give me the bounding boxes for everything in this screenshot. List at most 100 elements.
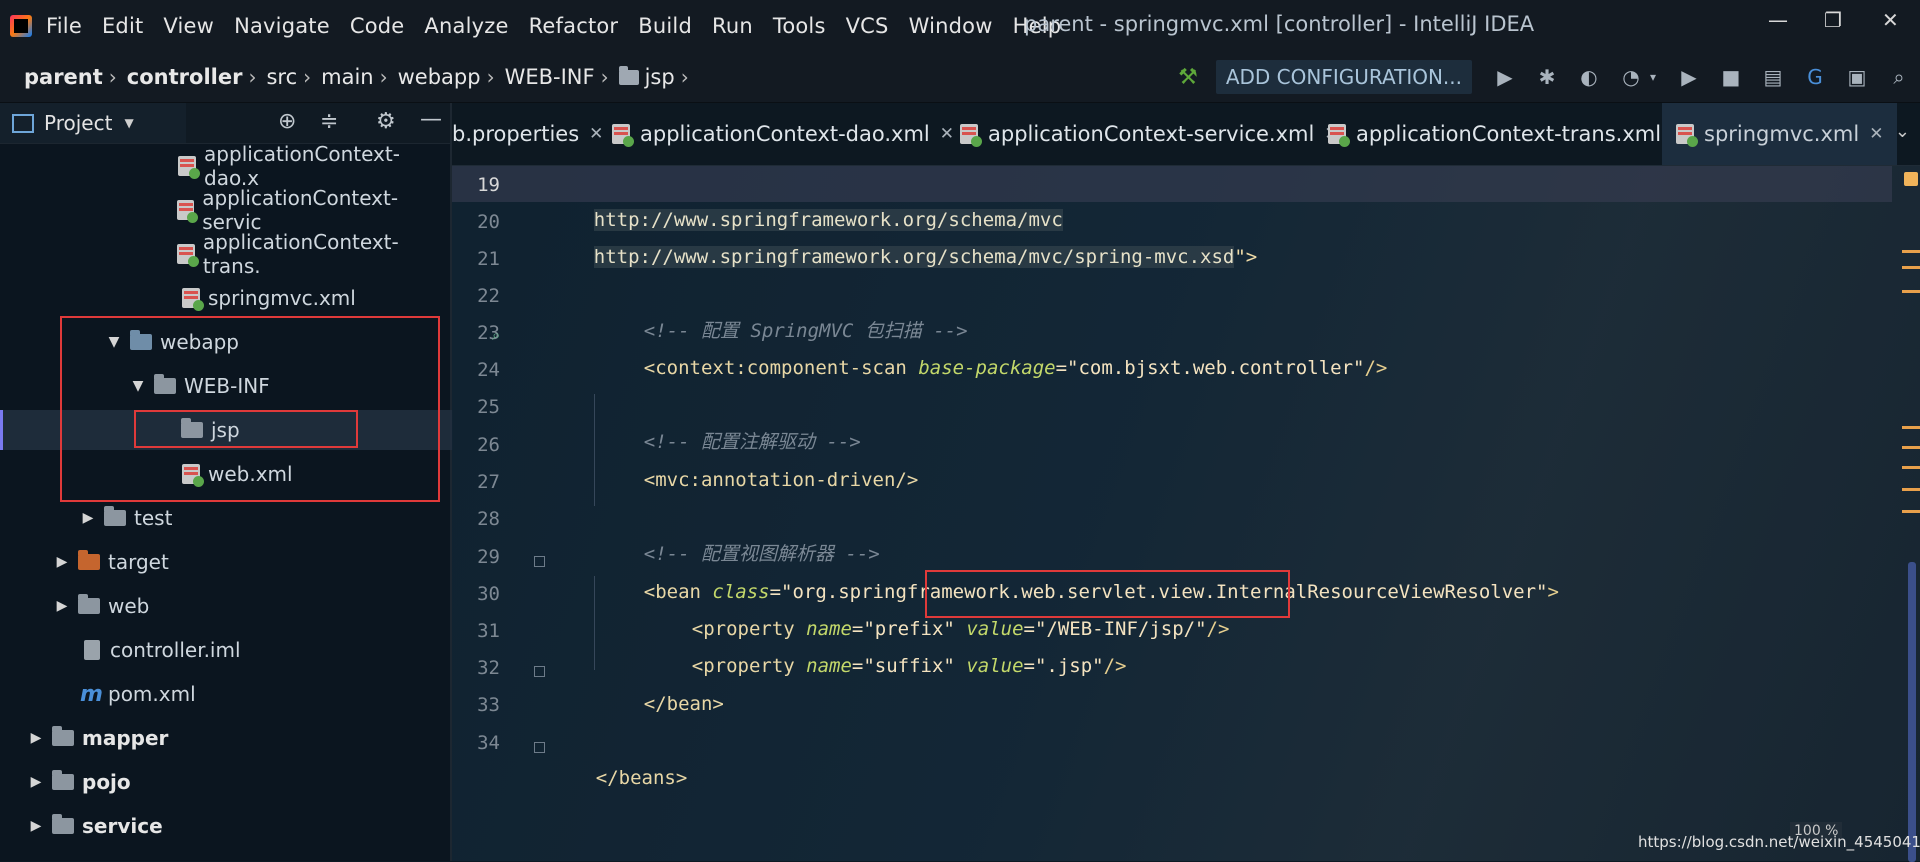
stop-icon[interactable]: ■ [1720,65,1742,89]
tab-applicationcontext-dao[interactable]: applicationContext-dao.xml ✕ [612,103,954,165]
collapse-arrow-icon[interactable]: ▶ [78,510,98,526]
menu-run[interactable]: Run [712,14,753,38]
watermark-text: https://blog.csdn.net/weixin_45450412 [1638,833,1920,851]
add-configuration-button[interactable]: ADD CONFIGURATION... [1215,60,1472,94]
locate-file-icon[interactable]: ⊕ [278,109,296,134]
breadcrumb-controller[interactable]: controller [127,65,243,89]
expand-arrow-icon[interactable]: ▼ [128,378,148,394]
profile-icon[interactable]: ◔ [1620,65,1642,89]
tree-item-applicationcontext-dao[interactable]: applicationContext-dao.x [0,142,450,190]
menu-build[interactable]: Build [638,14,692,38]
breadcrumb-jsp[interactable]: jsp [618,65,675,89]
fold-marker-icon[interactable] [534,742,545,753]
tree-item-test[interactable]: ▶ test [0,498,450,538]
module-folder-icon [52,814,74,834]
translate-icon[interactable]: G [1804,65,1826,89]
menu-analyze[interactable]: Analyze [424,14,508,38]
project-structure-icon[interactable]: ▤ [1762,65,1784,89]
menu-tools[interactable]: Tools [773,14,826,38]
terminal-icon[interactable]: ▣ [1846,65,1868,89]
excluded-folder-icon [78,550,100,570]
close-window-button[interactable]: ✕ [1882,8,1899,32]
code-line-20: http://www.springframework.org/schema/mv… [593,246,1258,268]
project-view-selector[interactable]: Project ▼ [0,103,186,143]
tree-item-mapper[interactable]: ▶ mapper [0,718,450,758]
menu-view[interactable]: View [163,14,214,38]
breadcrumb-src[interactable]: src [266,65,297,89]
error-stripe-marker[interactable] [1902,426,1920,429]
tree-item-pojo[interactable]: ▶ pojo [0,762,450,802]
collapse-all-icon[interactable]: ≑ [320,109,338,134]
tab-list-chevron-icon[interactable]: ⌄ [1895,121,1910,142]
error-stripe-marker[interactable] [1902,446,1920,449]
tab-applicationcontext-service[interactable]: applicationContext-service.xml ✕ [960,103,1339,165]
error-stripe-marker[interactable] [1902,290,1920,293]
web-xml-file-icon [182,464,204,487]
tree-item-web-inf[interactable]: ▼ WEB-INF [0,366,450,406]
tree-item-web-xml[interactable]: web.xml [0,454,450,494]
menu-refactor[interactable]: Refactor [529,14,619,38]
menu-vcs[interactable]: VCS [846,14,889,38]
tree-item-target[interactable]: ▶ target [0,542,450,582]
breadcrumb-webapp[interactable]: webapp [398,65,481,89]
gear-icon[interactable]: ⚙ [376,109,396,134]
tab-db-properties[interactable]: b.properties ✕ [452,103,603,165]
code-line-32: </bean> [643,693,724,715]
tree-item-service[interactable]: ▶ service [0,806,450,846]
hide-panel-icon[interactable]: — [420,107,442,132]
build-hammer-icon[interactable]: ⚒ [1178,65,1198,90]
tree-item-webapp[interactable]: ▼ webapp [0,322,450,362]
menu-navigate[interactable]: Navigate [234,14,330,38]
close-tab-icon[interactable]: ✕ [940,124,954,144]
fold-marker-icon[interactable] [534,666,545,677]
run-dropdown-icon[interactable]: ▾ [1648,70,1658,84]
breadcrumb-parent[interactable]: parent [24,65,103,89]
collapse-arrow-icon[interactable]: ▶ [26,774,46,790]
tab-springmvc[interactable]: springmvc.xml ✕ [1662,103,1898,165]
spring-bean-gutter-icon[interactable]: ⌕ [492,326,500,344]
folder-icon [618,65,639,85]
editor-scrollbar[interactable] [1908,562,1916,862]
close-tab-icon[interactable]: ✕ [1869,124,1883,144]
tree-item-jsp[interactable]: jsp [0,410,453,450]
menu-code[interactable]: Code [350,14,405,38]
xml-file-icon [176,200,199,223]
breadcrumb-web-inf[interactable]: WEB-INF [505,65,595,89]
collapse-arrow-icon[interactable]: ▶ [26,730,46,746]
debug-icon[interactable]: ✱ [1536,65,1558,89]
close-tab-icon[interactable]: ✕ [589,124,603,144]
minimize-button[interactable]: — [1768,8,1788,32]
tree-item-controller-iml[interactable]: controller.iml [0,630,450,670]
fold-marker-icon[interactable] [534,556,545,567]
restore-button[interactable]: ❐ [1824,8,1842,32]
collapse-arrow-icon[interactable]: ▶ [52,554,72,570]
code-line-29: <bean class="org.springframework.web.ser… [643,581,1559,603]
tree-item-applicationcontext-service[interactable]: applicationContext-servic [0,186,450,234]
tree-item-pom-xml[interactable]: m pom.xml [0,674,450,714]
tree-item-applicationcontext-trans[interactable]: applicationContext-trans. [0,230,450,278]
expand-arrow-icon[interactable]: ▼ [104,334,124,350]
line-number: 24 [477,359,500,381]
error-stripe-marker[interactable] [1902,510,1920,513]
breadcrumb-main[interactable]: main [321,65,373,89]
code-line-26: <mvc:annotation-driven/> [643,469,919,491]
menu-window[interactable]: Window [909,14,993,38]
error-stripe-marker[interactable] [1902,488,1920,491]
collapse-arrow-icon[interactable]: ▶ [26,818,46,834]
search-icon[interactable]: ⌕ [1888,65,1910,89]
code-editor[interactable]: 19 20 21 22 23 24 25 26 27 28 29 30 31 3… [452,166,1920,861]
inspection-status-icon[interactable] [1904,172,1918,186]
tree-item-springmvc-xml[interactable]: springmvc.xml [0,278,450,318]
error-stripe-marker[interactable] [1902,266,1920,269]
tree-item-web[interactable]: ▶ web [0,586,450,626]
coverage-icon[interactable]: ◐ [1578,65,1600,89]
run-icon[interactable]: ▶ [1494,65,1516,89]
error-stripe-marker[interactable] [1902,250,1920,253]
error-stripe-marker[interactable] [1902,466,1920,469]
chevron-right-icon: › [303,65,312,89]
menu-edit[interactable]: Edit [102,14,143,38]
collapse-arrow-icon[interactable]: ▶ [52,598,72,614]
run-alt-icon[interactable]: ▶ [1678,65,1700,89]
tab-applicationcontext-trans[interactable]: applicationContext-trans.xml ✕ [1328,103,1685,165]
menu-file[interactable]: File [46,14,82,38]
